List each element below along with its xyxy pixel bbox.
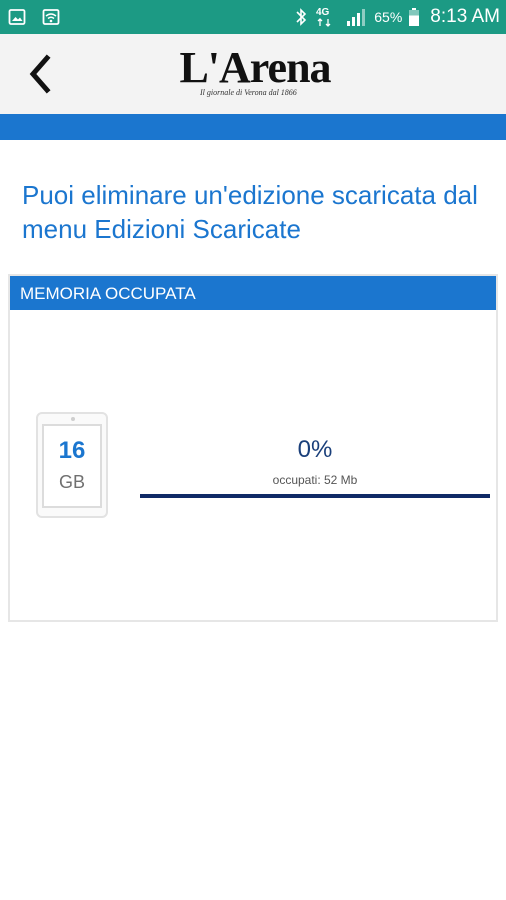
clock-time: 8:13 AM	[430, 6, 500, 27]
memory-progress-bar	[140, 494, 490, 498]
status-bar: 4G 65% 8:13 AM	[0, 0, 506, 34]
bluetooth-icon	[296, 8, 307, 26]
image-icon	[8, 9, 26, 25]
back-button[interactable]	[20, 52, 60, 96]
device-storage-size: 16	[58, 437, 86, 464]
network-4g-icon: 4G	[316, 7, 331, 27]
wifi-icon	[42, 9, 60, 25]
memory-card-header: MEMORIA OCCUPATA	[10, 276, 496, 310]
app-logo: L'Arena Il giornale di Verona dal 1866	[160, 44, 350, 104]
device-storage-unit: GB	[58, 472, 85, 492]
back-arrow-icon	[29, 54, 51, 94]
battery-percent: 65%	[374, 9, 403, 25]
status-icons: 4G 65% 8:13 AM	[294, 0, 500, 34]
battery-icon	[409, 8, 420, 26]
signal-icon	[347, 9, 366, 26]
tablet-screen: 16 GB	[42, 424, 102, 508]
app-bar: L'Arena Il giornale di Verona dal 1866	[0, 34, 506, 114]
tablet-icon: 16 GB	[36, 412, 108, 518]
logo-title: L'Arena	[179, 43, 331, 92]
delete-hint-message: Puoi eliminare un'edizione scaricata dal…	[22, 180, 478, 244]
memory-percent: 0%	[297, 436, 333, 463]
memory-card: MEMORIA OCCUPATA 16 GB 0% occupati: 52 M…	[8, 274, 498, 622]
screen: 4G 65% 8:13 AM L'Arena Il giornale di Ve…	[0, 0, 506, 900]
header-accent-band	[0, 114, 506, 140]
memory-occupied-label: occupati: 52 Mb	[272, 473, 358, 487]
tablet-camera	[71, 417, 75, 421]
svg-text:4G: 4G	[316, 7, 330, 18]
